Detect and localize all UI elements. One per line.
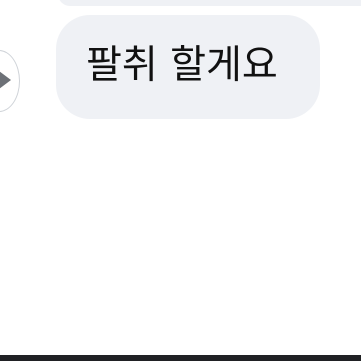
avatar[interactable] xyxy=(0,50,20,112)
play-triangle-icon xyxy=(0,71,11,89)
previous-message-bubble[interactable] xyxy=(58,0,361,6)
chat-screen: 팔취 할게요 xyxy=(0,0,361,361)
message-text: 팔취 할게요 xyxy=(86,42,278,88)
bottom-bar xyxy=(0,355,361,361)
message-bubble[interactable]: 팔취 할게요 xyxy=(56,15,320,119)
